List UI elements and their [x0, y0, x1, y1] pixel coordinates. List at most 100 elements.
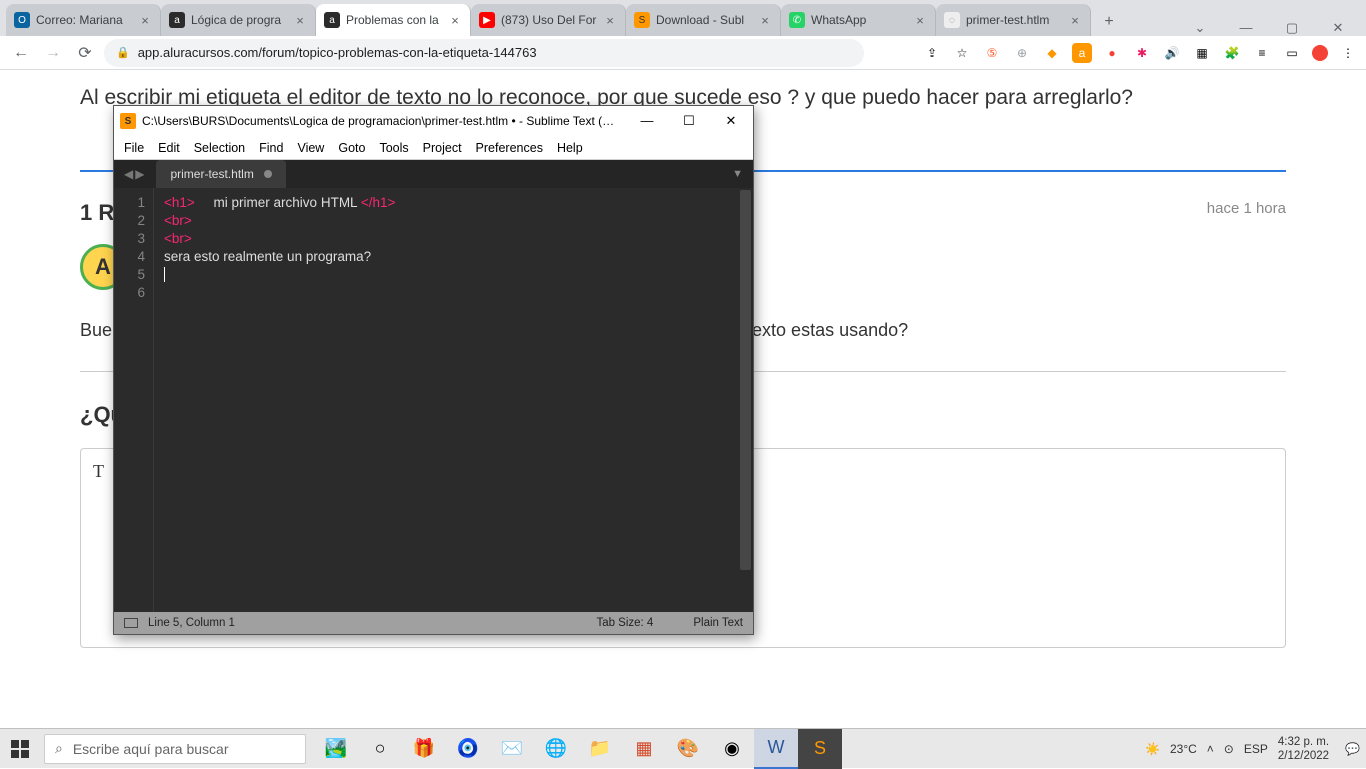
tab-youtube[interactable]: ▶(873) Uso Del For× [471, 4, 626, 36]
tray-notifications-icon[interactable]: 💬 [1345, 742, 1360, 756]
tab-sublime-dl[interactable]: SDownload - Subl× [626, 4, 781, 36]
minimize-icon[interactable]: — [635, 113, 659, 129]
tab-local-file[interactable]: ◌primer-test.htlm× [936, 4, 1091, 36]
taskbar-paint-icon[interactable]: 🎨 [666, 729, 710, 769]
lock-icon: 🔒 [116, 46, 130, 59]
close-icon[interactable]: ✕ [719, 113, 743, 129]
sublime-menubar: File Edit Selection Find View Goto Tools… [114, 136, 753, 160]
taskbar-chrome-icon[interactable]: ◉ [710, 729, 754, 769]
windows-icon [11, 740, 29, 758]
ext-icon[interactable]: ⑤ [982, 43, 1002, 63]
close-icon[interactable]: × [603, 13, 617, 27]
weather-text[interactable]: 23°C [1170, 742, 1197, 756]
windows-taskbar: ⌕ Escribe aquí para buscar 🏞️ ○ 🎁 🧿 ✉️ 🌐… [0, 728, 1366, 768]
sublime-editor[interactable]: 123456 <h1> mi primer archivo HTML </h1>… [114, 188, 753, 612]
sublime-title-text: C:\Users\BURS\Documents\Logica de progra… [142, 114, 635, 128]
menu-selection[interactable]: Selection [194, 141, 245, 155]
record-icon[interactable] [1312, 45, 1328, 61]
menu-tools[interactable]: Tools [379, 141, 408, 155]
close-icon[interactable]: ✕ [1324, 20, 1352, 36]
editor-scrollbar[interactable] [740, 190, 751, 570]
tray-lang[interactable]: ESP [1244, 742, 1268, 756]
status-syntax[interactable]: Plain Text [693, 617, 743, 629]
tab-mail[interactable]: OCorreo: Mariana× [6, 4, 161, 36]
chevron-down-icon[interactable]: ⌄ [1186, 20, 1214, 36]
tab-alura-1[interactable]: aLógica de progra× [161, 4, 316, 36]
start-button[interactable] [0, 729, 40, 769]
close-icon[interactable]: × [293, 13, 307, 27]
tab-prev-icon[interactable]: ◀ [124, 167, 133, 181]
tab-dropdown-icon[interactable]: ▼ [732, 168, 753, 180]
line-gutter: 123456 [114, 188, 154, 612]
url-input[interactable]: 🔒 app.aluracursos.com/forum/topico-probl… [104, 39, 864, 67]
tray-location-icon[interactable]: ⊙ [1224, 742, 1234, 756]
close-icon[interactable]: × [448, 13, 462, 27]
sublime-file-tab[interactable]: primer-test.htlm [156, 160, 285, 188]
taskbar-word-icon[interactable]: W [754, 729, 798, 769]
close-icon[interactable]: × [758, 13, 772, 27]
close-icon[interactable]: × [913, 13, 927, 27]
menu-help[interactable]: Help [557, 141, 583, 155]
taskbar-powerpoint-icon[interactable]: ▦ [622, 729, 666, 769]
ext-icon[interactable]: 🔊 [1162, 43, 1182, 63]
sublime-window: S C:\Users\BURS\Documents\Logica de prog… [113, 105, 754, 635]
tab-whatsapp[interactable]: ✆WhatsApp× [781, 4, 936, 36]
status-line-col[interactable]: Line 5, Column 1 [148, 617, 235, 629]
taskbar-explorer-icon[interactable]: 📁 [578, 729, 622, 769]
panel-icon[interactable] [124, 618, 138, 628]
youtube-icon: ▶ [479, 12, 495, 28]
tab-alura-active[interactable]: aProblemas con la× [316, 4, 471, 36]
star-icon[interactable]: ☆ [952, 43, 972, 63]
taskbar-gift-icon[interactable]: 🎁 [402, 729, 446, 769]
menu-project[interactable]: Project [423, 141, 462, 155]
timestamp: hace 1 hora [1207, 200, 1286, 217]
taskbar-mail-icon[interactable]: ✉️ [490, 729, 534, 769]
taskbar-landscape-icon[interactable]: 🏞️ [314, 729, 358, 769]
menu-find[interactable]: Find [259, 141, 283, 155]
taskbar-search[interactable]: ⌕ Escribe aquí para buscar [44, 734, 306, 764]
ext-icon[interactable]: ⊕ [1012, 43, 1032, 63]
status-tabsize[interactable]: Tab Size: 4 [596, 617, 653, 629]
ext-icon[interactable]: ◆ [1042, 43, 1062, 63]
sublime-icon: S [634, 12, 650, 28]
menu-icon[interactable]: ⋮ [1338, 43, 1358, 63]
url-text: app.aluracursos.com/forum/topico-problem… [138, 45, 537, 60]
code-area[interactable]: <h1> mi primer archivo HTML </h1><br><br… [154, 188, 753, 612]
reading-list-icon[interactable]: ≡ [1252, 43, 1272, 63]
menu-edit[interactable]: Edit [158, 141, 180, 155]
weather-icon[interactable]: ☀️ [1145, 742, 1160, 756]
taskbar-apps: 🏞️ ○ 🎁 🧿 ✉️ 🌐 📁 ▦ 🎨 ◉ W S [314, 729, 842, 769]
tray-chevron-icon[interactable]: ˄ [1207, 742, 1214, 756]
account-icon[interactable]: ▭ [1282, 43, 1302, 63]
taskbar-store-icon[interactable]: 🧿 [446, 729, 490, 769]
taskbar-cortana-icon[interactable]: ○ [358, 729, 402, 769]
maximize-icon[interactable]: ☐ [677, 113, 701, 129]
extensions-icon[interactable]: 🧩 [1222, 43, 1242, 63]
reply-placeholder: T [93, 461, 104, 482]
ext-icon[interactable]: ✱ [1132, 43, 1152, 63]
close-icon[interactable]: × [138, 13, 152, 27]
ext-icon[interactable]: ● [1102, 43, 1122, 63]
tab-label: primer-test.htlm [170, 167, 253, 181]
share-icon[interactable]: ⇪ [922, 43, 942, 63]
maximize-icon[interactable]: ▢ [1278, 20, 1306, 36]
reload-icon[interactable]: ⟳ [72, 40, 98, 66]
ext-icon[interactable]: ▦ [1192, 43, 1212, 63]
window-controls: ⌄ — ▢ ✕ [1186, 14, 1366, 36]
new-tab-button[interactable]: + [1095, 8, 1123, 36]
sublime-tabbar: ◀▶ primer-test.htlm ▼ [114, 160, 753, 188]
menu-file[interactable]: File [124, 141, 144, 155]
forward-icon[interactable]: → [40, 40, 66, 66]
menu-preferences[interactable]: Preferences [476, 141, 543, 155]
tray-clock[interactable]: 4:32 p. m. 2/12/2022 [1278, 735, 1335, 763]
taskbar-sublime-icon[interactable]: S [798, 729, 842, 769]
sublime-titlebar[interactable]: S C:\Users\BURS\Documents\Logica de prog… [114, 106, 753, 136]
menu-view[interactable]: View [297, 141, 324, 155]
taskbar-edge-icon[interactable]: 🌐 [534, 729, 578, 769]
menu-goto[interactable]: Goto [338, 141, 365, 155]
minimize-icon[interactable]: — [1232, 20, 1260, 36]
ext-icon[interactable]: a [1072, 43, 1092, 63]
back-icon[interactable]: ← [8, 40, 34, 66]
close-icon[interactable]: × [1068, 13, 1082, 27]
tab-next-icon[interactable]: ▶ [135, 167, 144, 181]
